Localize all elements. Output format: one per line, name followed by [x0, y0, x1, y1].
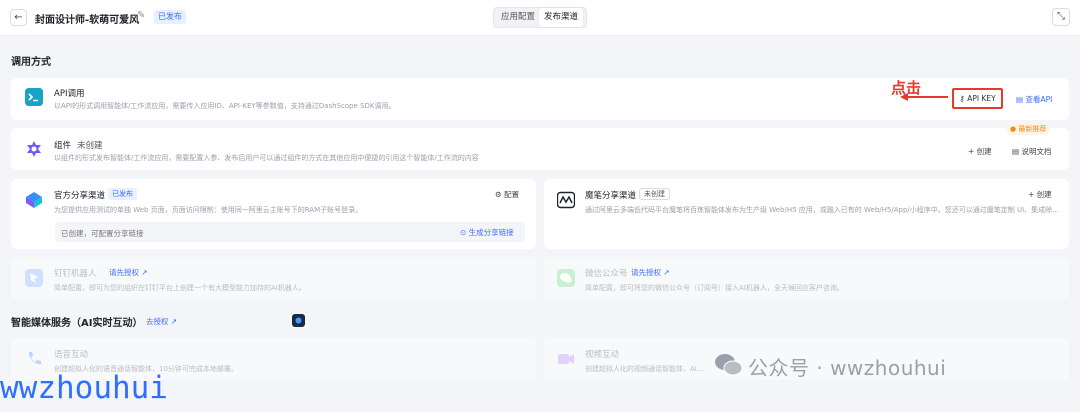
official-share-title: 官方分享渠道 — [54, 191, 106, 201]
pencil-icon[interactable]: ✎ — [137, 10, 145, 21]
official-logo-icon — [25, 191, 43, 209]
tab-publish-channel[interactable]: 发布渠道 — [539, 8, 584, 27]
dingtalk-title: 钉钉机器人 — [54, 269, 97, 279]
puzzle-icon — [25, 140, 43, 158]
section-title-invoke: 调用方式 — [11, 57, 51, 68]
component-docs-button[interactable]: ▤ 说明文档 — [1012, 146, 1051, 157]
modelscope-share-status: 未创建 — [639, 188, 670, 200]
recommend-badge-label: 最新推荐 — [1018, 125, 1047, 133]
component-card: 组件 未创建 以组件的形式发布智能体/工作流应用，需要配置入参、发布后用户可以通… — [11, 128, 1069, 170]
official-config-label: 配置 — [504, 190, 520, 199]
dingtalk-icon — [25, 269, 43, 287]
phone-icon — [25, 350, 43, 368]
modelscope-logo-icon — [556, 191, 576, 209]
modelscope-share-card: 魔笔分享渠道 未创建 通过阿里云多端低代码平台魔笔将百炼智能体发布为生产级 We… — [544, 179, 1069, 249]
tab-bar: 应用配置 发布渠道 — [493, 7, 587, 28]
terminal-icon — [25, 88, 43, 106]
share-link-info: 已创建，可配置分享链接 — [61, 229, 144, 238]
wechat-description: 简单配置，即可将您的微信公众号（订阅号）接入AI机器人，全天候回应客户咨询。 — [585, 284, 844, 292]
wechat-auth-link[interactable]: 请先授权 ↗ — [631, 267, 670, 278]
external-link-icon: ↗ — [661, 268, 670, 277]
component-docs-label: 说明文档 — [1021, 147, 1052, 156]
app-title: 封面设计师-软萌可爱风 — [35, 15, 140, 26]
modelscope-share-title: 魔笔分享渠道 — [585, 191, 637, 201]
wechat-card: 微信公众号 请先授权 ↗ 简单配置，即可将您的微信公众号（订阅号）接入AI机器人… — [544, 257, 1069, 299]
video-title: 视频互动 — [585, 350, 620, 360]
modelscope-share-description: 通过阿里云多端低代码平台魔笔将百炼智能体发布为生产级 Web/H5 应用，或融入… — [585, 206, 1059, 214]
watermark-author: wwzhouhui — [0, 370, 168, 406]
api-card-title: API调用 — [54, 89, 85, 99]
wechat-auth-label: 请先授权 — [631, 268, 661, 277]
gear-icon: ⚙ — [495, 190, 505, 199]
dingtalk-description: 简单配置，即可为您的组织在钉钉平台上创建一个有大模型能力加持的AI机器人。 — [54, 284, 306, 292]
link-icon: ⊙ — [460, 228, 469, 237]
arrow-left-icon: ← — [14, 12, 23, 23]
component-create-label: 创建 — [976, 147, 992, 156]
modelscope-create-label: 创建 — [1036, 190, 1052, 199]
generate-share-link-label: 生成分享链接 — [468, 228, 514, 237]
back-button[interactable]: ← — [10, 9, 27, 26]
wechat-watermark-icon — [715, 354, 743, 376]
section-title-media: 智能媒体服务（AI实时互动） — [11, 318, 143, 329]
tab-app-config[interactable]: 应用配置 — [496, 8, 540, 27]
api-key-label: API KEY — [967, 94, 996, 103]
official-share-description: 为您提供应用测试的单独 Web 页面，页面访问限制：使用同一阿里云主账号下的RA… — [54, 206, 363, 214]
video-description: 创建超拟人化的视频通话智能体，AI... — [585, 365, 704, 373]
api-card-description: 以API的形式调用智能体/工作流应用，需要传入应用ID、API-KEY等参数值，… — [54, 102, 396, 110]
video-icon — [557, 350, 575, 368]
component-card-description: 以组件的形式发布智能体/工作流应用，需要配置入参、发布后用户可以通过组件的方式在… — [54, 154, 479, 162]
media-auth-label: 去授权 — [146, 317, 169, 326]
plus-icon: + — [968, 147, 977, 156]
status-badge: 已发布 — [154, 10, 186, 24]
wechat-title: 微信公众号 — [585, 269, 628, 279]
dingtalk-auth-link[interactable]: 请先授权 ↗ — [109, 267, 148, 278]
wechat-icon — [557, 269, 575, 287]
dingtalk-auth-label: 请先授权 — [109, 268, 139, 277]
external-link-icon: ↗ — [139, 268, 148, 277]
collapse-icon: ⤡ — [1057, 11, 1065, 22]
watermark-gzh: 公众号 · wwzhouhui — [748, 356, 947, 380]
external-link-icon: ↗ — [168, 317, 178, 326]
modelscope-create-button[interactable]: + 创建 — [1028, 189, 1052, 200]
generate-share-link[interactable]: ⊙ 生成分享链接 — [460, 227, 514, 238]
annotation-arrow-icon — [900, 93, 948, 101]
key-icon: ⚷ — [959, 94, 968, 103]
view-api-label: 查看API — [1025, 95, 1053, 104]
top-bar: ← 封面设计师-软萌可爱风 ✎ 已发布 应用配置 发布渠道 ⤡ — [0, 0, 1080, 36]
plus-icon: + — [1028, 190, 1037, 199]
component-create-button[interactable]: + 创建 — [968, 146, 992, 157]
view-api-link[interactable]: ▤ 查看API — [1016, 94, 1052, 105]
component-card-title: 组件 — [54, 141, 72, 151]
official-config-button[interactable]: ⚙ 配置 — [495, 189, 519, 200]
collapse-button[interactable]: ⤡ — [1052, 8, 1070, 26]
api-key-button[interactable]: ⚷ API KEY — [952, 88, 1003, 109]
component-status: 未创建 — [77, 141, 103, 151]
voice-title: 语音互动 — [54, 350, 89, 360]
official-share-status: 已发布 — [108, 188, 137, 200]
share-link-bar: 已创建，可配置分享链接 ⊙ 生成分享链接 — [55, 222, 525, 242]
dingtalk-card: 钉钉机器人 请先授权 ↗ 简单配置，即可为您的组织在钉钉平台上创建一个有大模型能… — [11, 257, 536, 299]
media-auth-link[interactable]: 去授权 ↗ — [146, 316, 177, 327]
recommend-badge: ● 最新推荐 — [1006, 123, 1051, 135]
floating-assistant-icon[interactable] — [292, 314, 305, 327]
